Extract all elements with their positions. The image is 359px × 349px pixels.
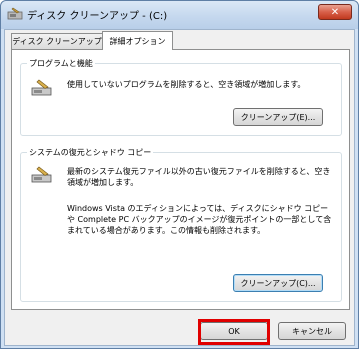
broom-drive-icon	[31, 79, 53, 97]
cancel-button[interactable]: キャンセル	[278, 322, 346, 340]
programs-group: プログラムと機能 使用していないプログラムを削除すると、空き領域が増加します。 …	[20, 58, 342, 136]
programs-group-title: プログラムと機能	[27, 58, 95, 69]
window-title: ディスク クリーンアップ - (C:)	[27, 11, 168, 22]
ok-highlight-box	[198, 319, 270, 345]
close-icon: ✕	[330, 6, 340, 18]
restore-cleanup-button[interactable]: クリーンアップ(C)...	[233, 274, 323, 292]
restore-description: 最新のシステム復元ファイル以外の古い復元ファイルを削除すると、空き領域が増加しま…	[67, 167, 331, 187]
dialog-client-area: ディスク クリーンアップ 詳細オプション プログラムと機能 使用していないプログ…	[4, 29, 355, 346]
shadow-copy-description: Windows Vista のエディションによっては、ディスクにシャドウ コピー…	[67, 204, 332, 235]
broom-drive-icon	[31, 166, 53, 184]
tab-panel-more-options: プログラムと機能 使用していないプログラムを削除すると、空き領域が増加します。 …	[11, 49, 350, 310]
restore-group-title: システムの復元とシャドウ コピー	[27, 147, 154, 158]
disk-cleanup-window: ディスク クリーンアップ - (C:) ✕ ディスク クリーンアップ 詳細オプシ…	[0, 0, 359, 349]
programs-cleanup-button[interactable]: クリーンアップ(E)...	[233, 108, 323, 126]
programs-description: 使用していないプログラムを削除すると、空き領域が増加します。	[67, 80, 306, 89]
title-bar[interactable]: ディスク クリーンアップ - (C:) ✕	[1, 1, 358, 29]
restore-group: システムの復元とシャドウ コピー 最新のシステム復元ファイル以外の古い復元ファイ…	[20, 147, 342, 302]
close-button[interactable]: ✕	[318, 4, 352, 20]
disk-cleanup-icon	[7, 7, 23, 21]
tab-disk-cleanup[interactable]: ディスク クリーンアップ	[11, 33, 103, 49]
tab-more-options[interactable]: 詳細オプション	[102, 31, 173, 50]
